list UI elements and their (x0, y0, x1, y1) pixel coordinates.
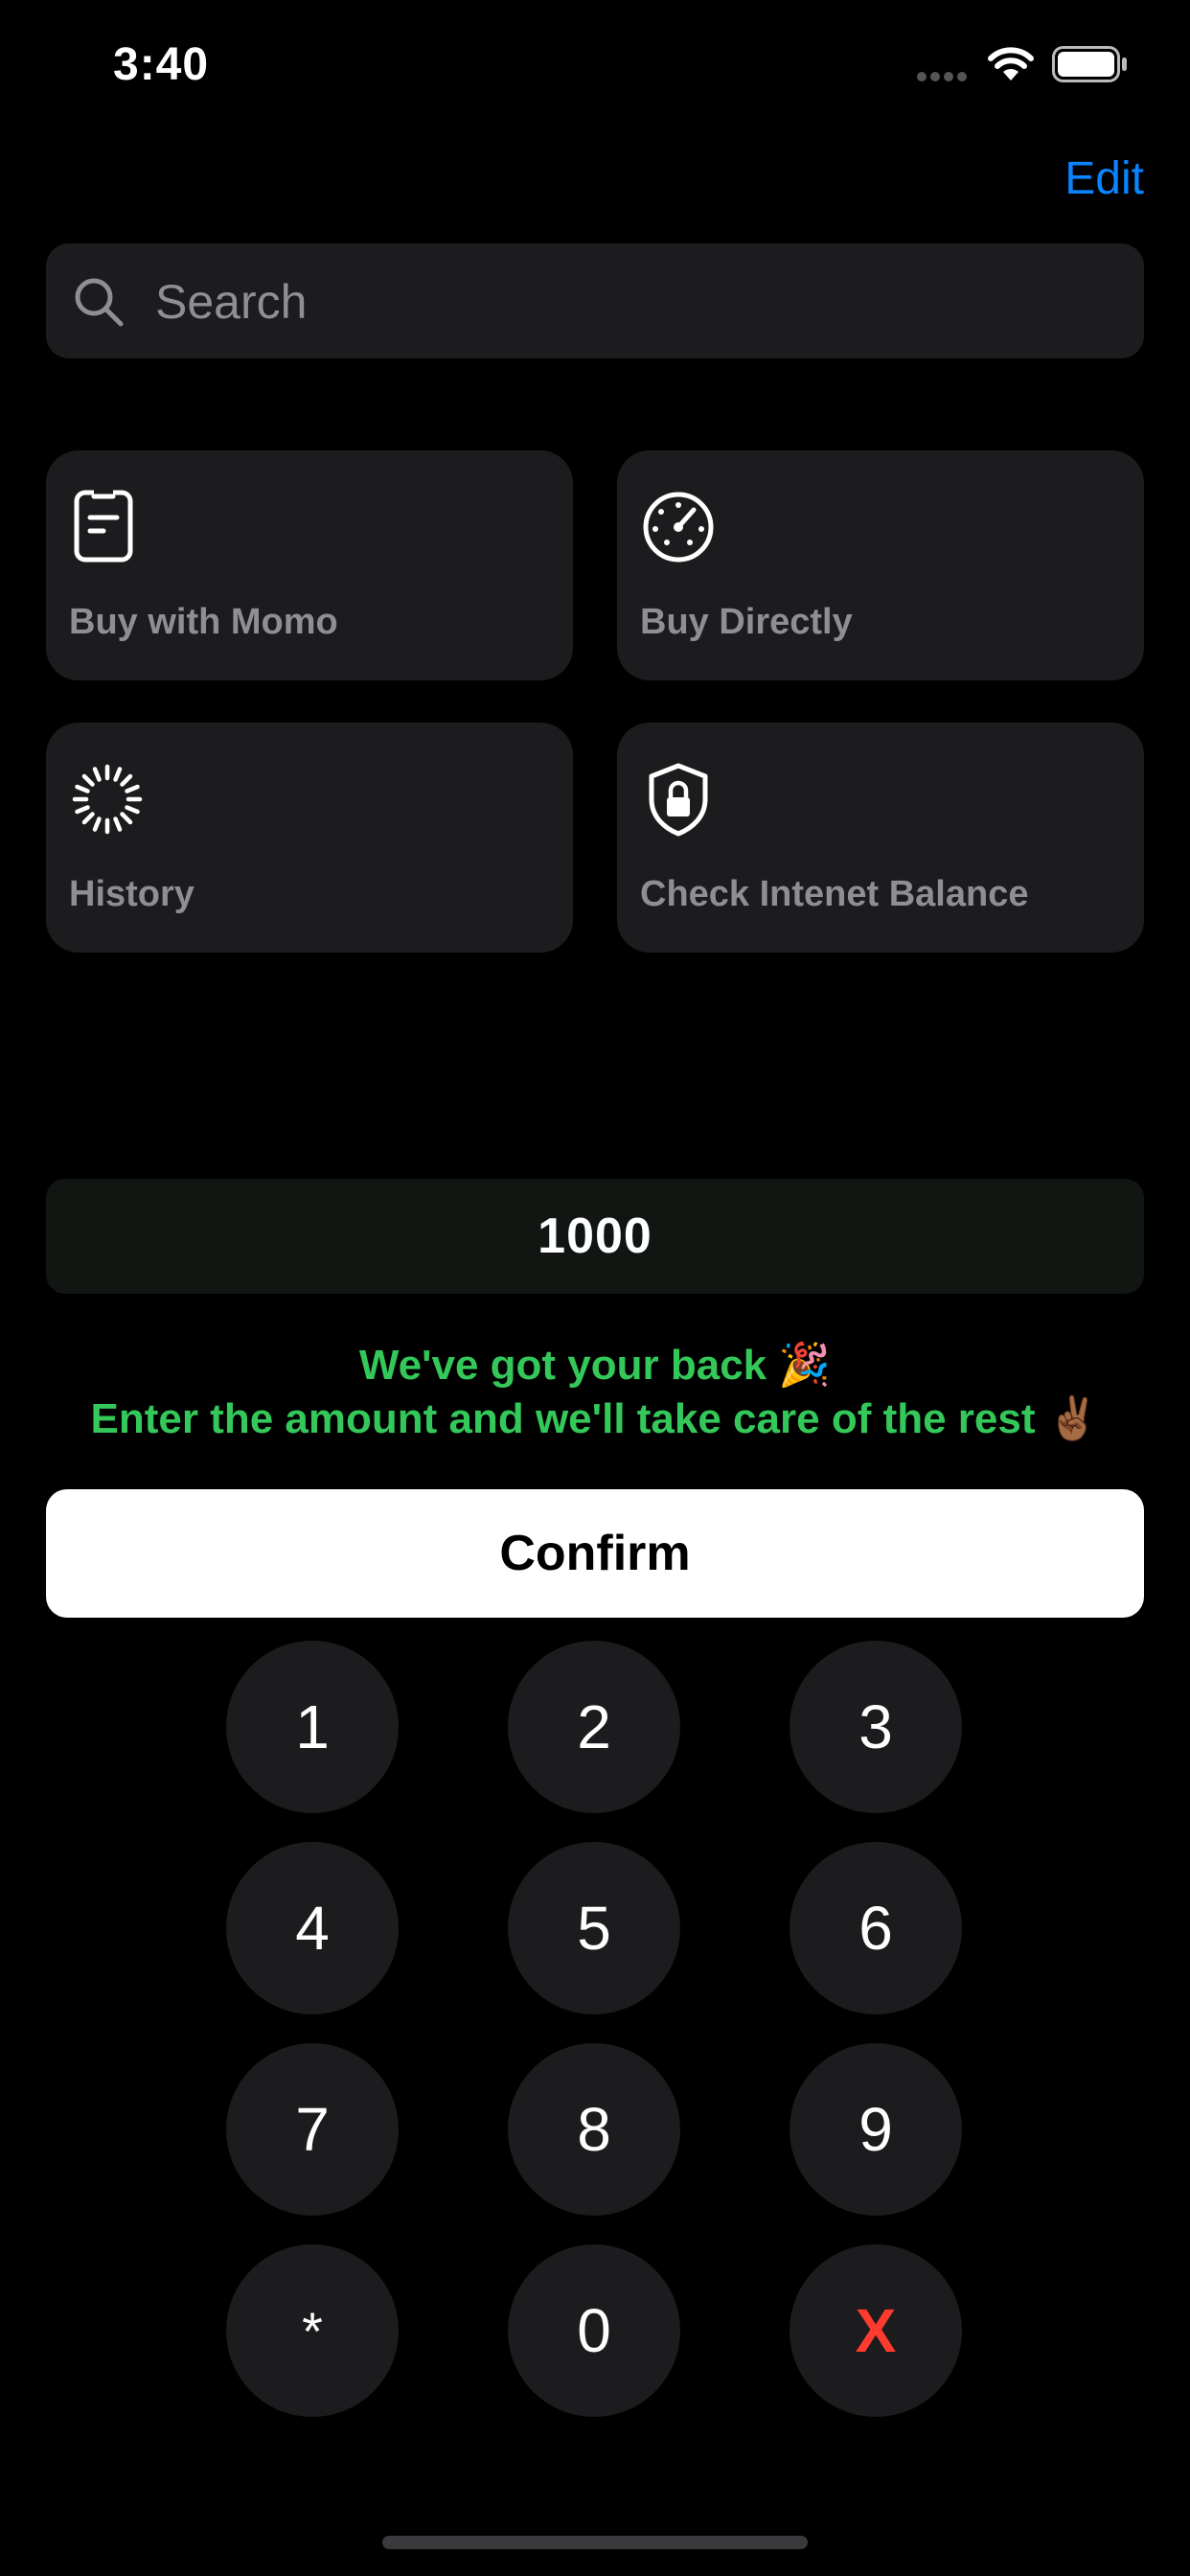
clipboard-icon (74, 490, 133, 563)
keypad-key-2[interactable]: 2 (508, 1641, 680, 1813)
status-time: 3:40 (113, 39, 210, 90)
amount-field[interactable]: 1000 (46, 1179, 1144, 1294)
search-input[interactable] (153, 263, 1115, 341)
speedometer-icon (643, 492, 714, 563)
tile-label: History (69, 874, 195, 914)
keypad-key-7[interactable]: 7 (226, 2043, 399, 2216)
shield-lock-icon (649, 763, 708, 837)
search-icon (75, 278, 124, 327)
tile-label: Buy Directly (640, 602, 853, 642)
search-bar[interactable] (46, 243, 1144, 358)
battery-icon (1052, 46, 1127, 82)
signal-dots-icon (917, 72, 967, 81)
keypad-key-9[interactable]: 9 (790, 2043, 962, 2216)
edit-button[interactable]: Edit (1064, 149, 1144, 210)
tile-buy-directly[interactable]: Buy Directly (617, 450, 1144, 680)
tile-label: Buy with Momo (69, 602, 338, 642)
progress-spinner-icon (72, 764, 143, 835)
keypad-key-4[interactable]: 4 (226, 1842, 399, 2014)
keypad-key-3[interactable]: 3 (790, 1641, 962, 1813)
wifi-icon (988, 47, 1034, 80)
tile-label: Check Intenet Balance (640, 874, 1029, 914)
keypad-key-5[interactable]: 5 (508, 1842, 680, 2014)
message-line-2: Enter the amount and we'll take care of … (90, 1395, 1100, 1442)
keypad-key-6[interactable]: 6 (790, 1842, 962, 2014)
tile-buy-with-momo[interactable]: Buy with Momo (46, 450, 573, 680)
confirm-button[interactable]: Confirm (46, 1489, 1144, 1618)
tile-check-internet-balance[interactable]: Check Intenet Balance (617, 723, 1144, 953)
tile-history[interactable]: History (46, 723, 573, 953)
keypad-key-star[interactable]: * (226, 2244, 399, 2417)
keypad-key-8[interactable]: 8 (508, 2043, 680, 2216)
keypad-key-0[interactable]: 0 (508, 2244, 680, 2417)
keypad-delete-button[interactable]: X (790, 2244, 962, 2417)
message-line-1: We've got your back 🎉 (358, 1342, 832, 1389)
home-indicator[interactable] (382, 2536, 808, 2549)
keypad-key-1[interactable]: 1 (226, 1641, 399, 1813)
